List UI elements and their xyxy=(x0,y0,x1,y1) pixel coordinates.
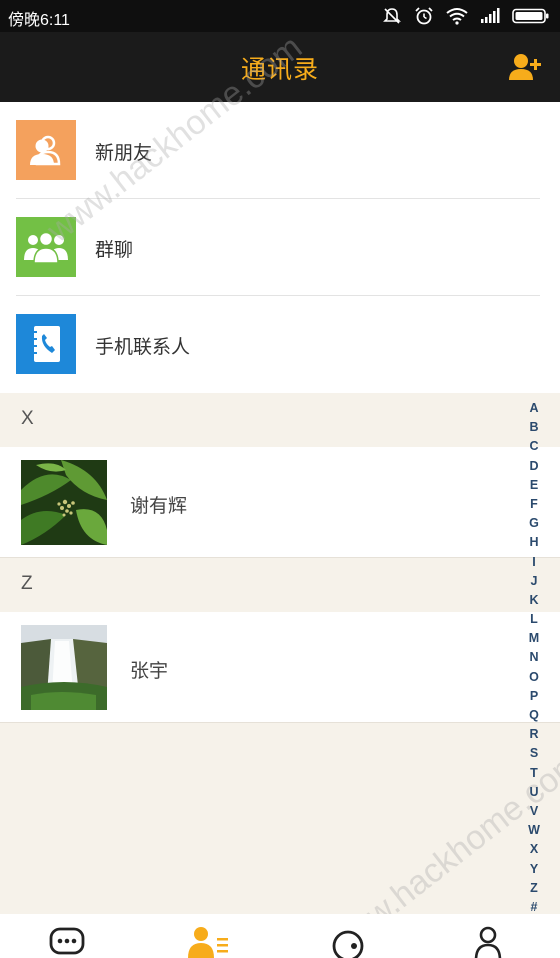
status-icons xyxy=(382,6,550,30)
messages-icon xyxy=(49,927,85,955)
index-letter[interactable]: T xyxy=(524,764,544,783)
index-letter[interactable]: Y xyxy=(524,860,544,879)
menu-item-new-friends[interactable]: 新朋友 xyxy=(0,102,560,199)
tab-discover[interactable] xyxy=(328,926,368,958)
leaves-photo xyxy=(21,460,107,545)
mute-icon xyxy=(382,6,402,30)
wifi-icon xyxy=(446,7,468,29)
index-letter[interactable]: I xyxy=(524,553,544,572)
profile-icon xyxy=(474,926,502,958)
contacts-menu: 新朋友 群聊 手机联系人 xyxy=(0,102,560,393)
section-letter: Z xyxy=(21,573,33,594)
index-letter[interactable]: F xyxy=(524,495,544,514)
add-friend-icon[interactable] xyxy=(508,52,542,82)
index-letter[interactable]: H xyxy=(524,533,544,552)
menu-item-group-chat[interactable]: 群聊 xyxy=(0,199,560,296)
bottom-tab-bar xyxy=(0,914,560,958)
group-chat-icon xyxy=(16,217,76,277)
index-letter[interactable]: B xyxy=(524,418,544,437)
discover-icon xyxy=(332,930,364,958)
index-letter[interactable]: A xyxy=(524,399,544,418)
section-header-z: Z xyxy=(0,558,560,612)
battery-icon xyxy=(512,8,550,28)
index-letter[interactable]: O xyxy=(524,668,544,687)
status-time: 傍晚6:11 xyxy=(8,12,70,29)
menu-label-phone-contacts: 手机联系人 xyxy=(95,336,191,358)
alphabet-index[interactable]: A B C D E F G H I J K L M N O P Q R S T U V W X Y Z # xyxy=(524,399,544,917)
signal-icon xyxy=(480,8,500,28)
contacts-icon xyxy=(188,927,228,958)
phone-contacts-icon xyxy=(16,314,76,374)
index-letter[interactable]: R xyxy=(524,725,544,744)
contact-name: 张宇 xyxy=(130,660,169,682)
contact-row[interactable]: 谢有辉 xyxy=(0,447,560,558)
index-letter[interactable]: X xyxy=(524,840,544,859)
index-letter[interactable]: Q xyxy=(524,706,544,725)
tab-contacts[interactable] xyxy=(188,926,228,958)
index-letter[interactable]: C xyxy=(524,437,544,456)
index-letter[interactable]: P xyxy=(524,687,544,706)
menu-item-phone-contacts[interactable]: 手机联系人 xyxy=(0,296,560,393)
tab-profile[interactable] xyxy=(468,926,508,958)
new-friends-icon xyxy=(16,120,76,180)
index-letter[interactable]: K xyxy=(524,591,544,610)
index-letter[interactable]: Z xyxy=(524,879,544,898)
index-letter[interactable]: E xyxy=(524,476,544,495)
index-letter[interactable]: D xyxy=(524,457,544,476)
index-letter[interactable]: M xyxy=(524,629,544,648)
index-letter[interactable]: V xyxy=(524,802,544,821)
menu-label-new-friends: 新朋友 xyxy=(95,142,153,164)
index-letter[interactable]: S xyxy=(524,744,544,763)
page-title: 通讯录 xyxy=(240,55,319,84)
index-letter[interactable]: L xyxy=(524,610,544,629)
waterfall-photo xyxy=(21,625,107,710)
section-letter: X xyxy=(21,408,34,429)
alarm-icon xyxy=(414,6,434,30)
menu-label-group-chat: 群聊 xyxy=(95,239,134,261)
contact-name: 谢有辉 xyxy=(130,495,188,517)
index-letter[interactable]: G xyxy=(524,514,544,533)
index-letter[interactable]: N xyxy=(524,648,544,667)
index-letter[interactable]: W xyxy=(524,821,544,840)
contact-row[interactable]: 张宇 xyxy=(0,612,560,723)
section-header-x: X xyxy=(0,393,560,447)
app-bar: 通讯录 xyxy=(0,32,560,102)
index-letter[interactable]: U xyxy=(524,783,544,802)
tab-messages[interactable] xyxy=(48,926,88,958)
status-bar: 傍晚6:11 xyxy=(0,0,560,32)
index-letter[interactable]: J xyxy=(524,572,544,591)
